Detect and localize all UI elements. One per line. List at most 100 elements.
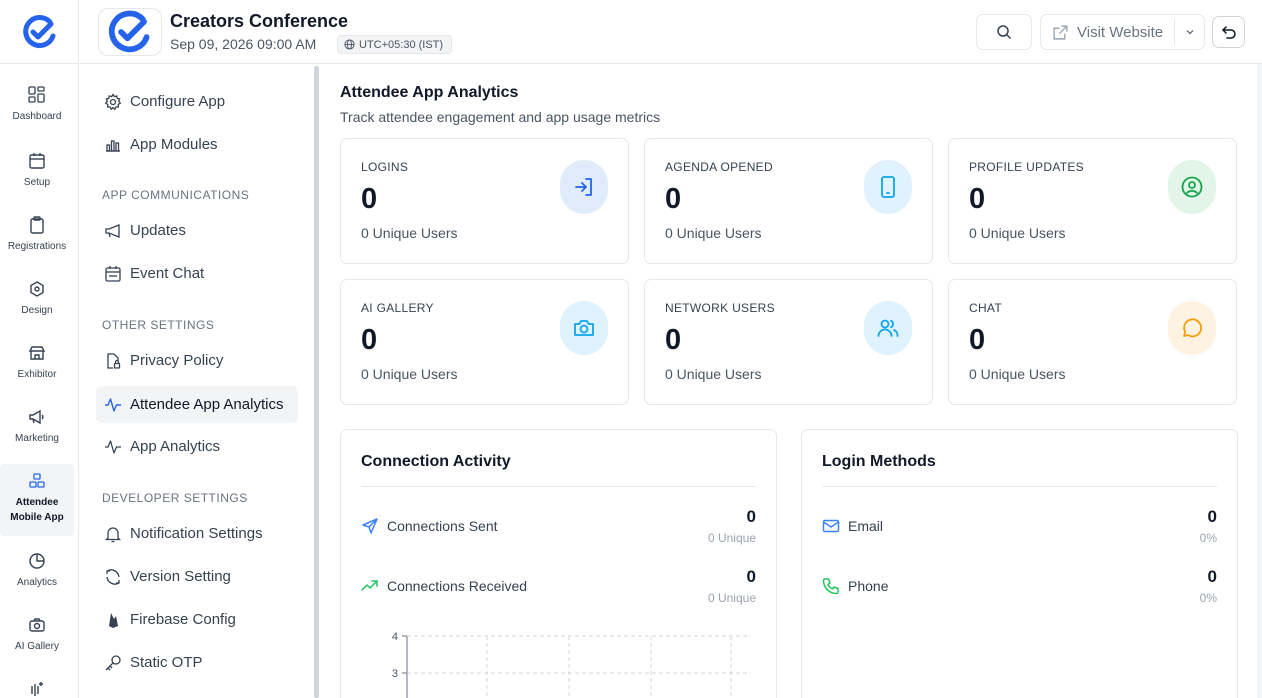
sidebar-item-label: Static OTP [130, 654, 203, 671]
connection-chart: 4 3 [392, 631, 751, 698]
sidebar-item-static-otp[interactable]: Static OTP [96, 644, 298, 681]
gear-icon [104, 92, 122, 110]
metric-label: Connections Sent [387, 518, 498, 534]
rail-item-ai-gallery[interactable]: AI Gallery [0, 616, 74, 654]
search-button[interactable] [976, 14, 1032, 50]
metric-value: 0 [746, 567, 756, 586]
left-rail: Dashboard Setup Registrations Design Exh… [0, 0, 79, 698]
brand-check-icon [108, 10, 150, 53]
sidebar-item-label: Event Chat [130, 265, 205, 282]
chart-tick-3: 3 [392, 668, 398, 680]
rail-label: Analytics [16, 577, 57, 588]
metric-label: Connections Received [387, 578, 528, 594]
visit-website-dropdown[interactable] [1175, 27, 1204, 37]
main-scrollbar[interactable] [1257, 64, 1262, 698]
sidebar-item-app-analytics[interactable]: App Analytics [96, 428, 298, 465]
stat-icon-badge [560, 160, 608, 214]
sidebar-item-attendee-app-analytics[interactable]: Attendee App Analytics [96, 386, 298, 423]
sidebar-item-cut-off[interactable] [96, 64, 298, 85]
boxes-icon [29, 473, 45, 488]
stat-value: 0 [665, 183, 682, 215]
globe-icon [344, 39, 355, 50]
metric-sub: 0% [1199, 531, 1217, 545]
tablet-icon [881, 176, 895, 198]
rail-item-marketing[interactable]: Marketing [0, 408, 74, 446]
rail-item-attendee-mobile-app[interactable]: Attendee Mobile App [0, 464, 74, 536]
stat-value: 0 [969, 183, 986, 215]
stat-label: AI GALLERY [361, 301, 434, 315]
key-icon [105, 654, 121, 670]
undo-button[interactable] [1212, 16, 1245, 48]
sidebar-item-updates[interactable]: Updates [96, 212, 298, 249]
secondary-sidebar: Configure App App Modules APP COMMUNICAT… [80, 64, 319, 698]
rail-label: Design [21, 305, 53, 316]
activity-icon [105, 439, 121, 454]
sidebar-item-label: Attendee App Analytics [130, 396, 284, 413]
metric-value: 0 [1207, 507, 1217, 526]
dashboard-icon [28, 86, 45, 103]
clipboard-icon [30, 216, 44, 234]
section-other-settings: OTHER SETTINGS [102, 318, 215, 332]
sidebar-item-label: App Analytics [130, 438, 221, 455]
phone-icon [822, 578, 839, 595]
metric-name: Connections Sent [361, 517, 498, 535]
stat-card-ai-gallery: AI GALLERY 0 0 Unique Users [340, 279, 629, 405]
stat-card-network-users: NETWORK USERS 0 0 Unique Users [644, 279, 933, 405]
login-icon [575, 178, 592, 196]
rail-label: Setup [23, 177, 51, 188]
sidebar-scrollbar[interactable] [314, 66, 319, 698]
page-subtitle: Track attendee engagement and app usage … [340, 109, 661, 125]
rail-label: Exhibitor [17, 369, 57, 380]
rail-item-design[interactable]: Design [0, 280, 74, 318]
stat-label: CHAT [969, 301, 1002, 315]
app-logo[interactable] [0, 0, 79, 64]
section-app-communications: APP COMMUNICATIONS [102, 188, 250, 202]
megaphone-icon [29, 409, 44, 425]
stat-icon-badge [864, 301, 912, 355]
metric-sub: 0 Unique [707, 591, 756, 605]
divider [361, 486, 756, 487]
rail-item-analytics[interactable]: Analytics [0, 552, 74, 590]
rail-item-dashboard[interactable]: Dashboard [0, 86, 74, 124]
stat-card-profile-updates: PROFILE UPDATES 0 0 Unique Users [948, 138, 1237, 264]
rail-item-more[interactable] [0, 680, 74, 698]
sidebar-item-version-setting[interactable]: Version Setting [96, 558, 298, 595]
metric-name: Phone [822, 577, 888, 595]
sidebar-item-label: Privacy Policy [130, 352, 224, 369]
rail-item-exhibitor[interactable]: Exhibitor [0, 344, 74, 382]
metric-row-connections-received: Connections Received 0 0 Unique [361, 567, 756, 609]
stat-icon-badge [1168, 301, 1216, 355]
sidebar-item-configure-app[interactable]: Configure App [96, 83, 298, 120]
rail-label: Marketing [15, 433, 59, 444]
stat-icon-badge [560, 301, 608, 355]
stat-card-logins: LOGINS 0 0 Unique Users [340, 138, 629, 264]
sidebar-item-label: Configure App [130, 93, 226, 110]
login-methods-panel: Login Methods Email 0 0% Phone 0 0% [801, 429, 1238, 698]
sidebar-item-app-modules[interactable]: App Modules [96, 126, 298, 163]
sidebar-item-privacy-policy[interactable]: Privacy Policy [96, 342, 298, 379]
rail-label: AI Gallery [15, 641, 59, 652]
visit-website-button[interactable]: Visit Website [1040, 14, 1205, 50]
page-title: Attendee App Analytics [340, 84, 519, 101]
visit-website-main[interactable]: Visit Website [1041, 24, 1174, 41]
panel-title: Connection Activity [361, 453, 511, 470]
metric-name: Connections Received [361, 577, 527, 595]
sidebar-item-notification-settings[interactable]: Notification Settings [96, 515, 298, 552]
trend-up-icon [361, 580, 378, 591]
visit-website-label: Visit Website [1077, 23, 1164, 41]
event-logo[interactable] [98, 8, 162, 56]
document-lock-icon [107, 352, 121, 369]
search-icon [997, 25, 1012, 40]
event-title: Creators Conference [170, 11, 349, 31]
sidebar-item-label: Updates [130, 222, 186, 239]
sidebar-item-event-chat[interactable]: Event Chat [96, 255, 298, 292]
user-circle-icon [1181, 176, 1203, 198]
sidebar-item-firebase-config[interactable]: Firebase Config [96, 601, 298, 638]
metric-value: 0 [1207, 567, 1217, 586]
sparkle-icon [31, 682, 43, 696]
panel-title: Login Methods [822, 453, 936, 470]
rail-item-registrations[interactable]: Registrations [0, 216, 74, 254]
metric-row-email: Email 0 0% [822, 507, 1217, 549]
rail-item-setup[interactable]: Setup [0, 152, 74, 190]
stat-card-chat: CHAT 0 0 Unique Users [948, 279, 1237, 405]
